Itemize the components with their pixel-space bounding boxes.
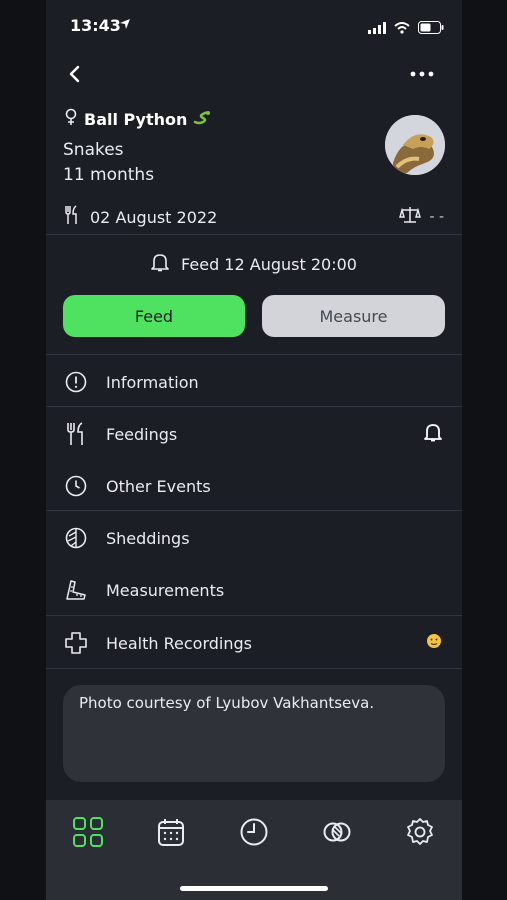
tab-history[interactable] xyxy=(236,814,272,850)
fork-knife-icon xyxy=(64,205,80,229)
bell-icon xyxy=(424,422,442,446)
menu-item-feedings[interactable]: Feedings xyxy=(46,408,462,460)
pet-name: Ball Python xyxy=(84,109,188,129)
snake-emoji-icon xyxy=(193,109,211,129)
status-time: 13:43 xyxy=(70,16,121,35)
menu-label: Measurements xyxy=(106,580,225,600)
pet-name-row: Ball Python xyxy=(64,108,211,130)
scale-icon xyxy=(399,206,422,228)
menu-item-health-recordings[interactable]: Health Recordings xyxy=(46,617,462,669)
notes-box[interactable]: Photo courtesy of Lyubov Vakhantseva. xyxy=(63,685,445,782)
battery-icon xyxy=(418,19,444,38)
back-button[interactable] xyxy=(60,60,88,88)
divider xyxy=(46,406,462,407)
female-symbol-icon xyxy=(64,108,78,130)
tab-links[interactable] xyxy=(319,814,355,850)
reminder-text: Feed 12 August 20:00 xyxy=(181,254,357,274)
menu-item-other-events[interactable]: Other Events xyxy=(46,460,462,512)
home-indicator xyxy=(180,886,328,891)
weight-value: - - xyxy=(429,209,444,225)
fork-knife-icon xyxy=(64,422,88,446)
menu-label: Health Recordings xyxy=(106,633,252,653)
divider xyxy=(46,354,462,355)
calendar-icon xyxy=(158,819,184,846)
tab-bar xyxy=(46,800,462,900)
app-screen: 13:43 Ball Python Snakes 11 months 02 Au… xyxy=(46,0,462,900)
settings-icon xyxy=(407,818,433,845)
weight-row: - - xyxy=(399,206,444,228)
grid-icon xyxy=(73,817,103,847)
last-fed-date: 02 August 2022 xyxy=(90,207,218,227)
menu-item-measurements[interactable]: Measurements xyxy=(46,564,462,616)
divider xyxy=(46,510,462,511)
menu-label: Sheddings xyxy=(106,528,190,548)
bell-icon xyxy=(151,252,169,276)
status-indicators xyxy=(368,19,444,38)
shedding-icon xyxy=(64,526,88,550)
tab-calendar[interactable] xyxy=(153,814,189,850)
face-emoji-icon xyxy=(426,633,442,653)
menu-item-information[interactable]: Information xyxy=(46,356,462,408)
pet-age: 11 months xyxy=(63,165,155,185)
history-icon xyxy=(240,818,268,846)
status-bar: 13:43 xyxy=(46,14,462,42)
menu-item-sheddings[interactable]: Sheddings xyxy=(46,512,462,564)
menu-label: Feedings xyxy=(106,424,178,444)
tab-dashboard[interactable] xyxy=(70,814,106,850)
tab-settings[interactable] xyxy=(402,814,438,850)
more-dots-icon xyxy=(410,71,434,77)
pet-avatar[interactable] xyxy=(385,115,445,175)
divider xyxy=(46,234,462,235)
signal-icon xyxy=(368,19,386,38)
clock-icon xyxy=(64,474,88,498)
plus-icon xyxy=(64,631,88,655)
more-options-button[interactable] xyxy=(406,60,438,88)
top-navigation xyxy=(46,58,462,90)
ruler-icon xyxy=(64,578,88,602)
pet-species: Snakes xyxy=(63,140,124,160)
divider xyxy=(46,668,462,669)
menu-label: Other Events xyxy=(106,476,211,496)
interlink-icon xyxy=(323,822,351,842)
menu-label: Information xyxy=(106,372,199,392)
info-icon xyxy=(64,370,88,394)
location-arrow-icon xyxy=(118,16,132,35)
divider xyxy=(46,615,462,616)
feed-button[interactable]: Feed xyxy=(63,295,245,337)
wifi-icon xyxy=(394,19,410,38)
feeding-reminder[interactable]: Feed 12 August 20:00 xyxy=(46,252,462,276)
measure-button[interactable]: Measure xyxy=(262,295,445,337)
last-feeding-row: 02 August 2022 xyxy=(64,205,217,229)
note-text: Photo courtesy of Lyubov Vakhantseva. xyxy=(79,694,375,712)
chevron-left-icon xyxy=(69,65,80,83)
